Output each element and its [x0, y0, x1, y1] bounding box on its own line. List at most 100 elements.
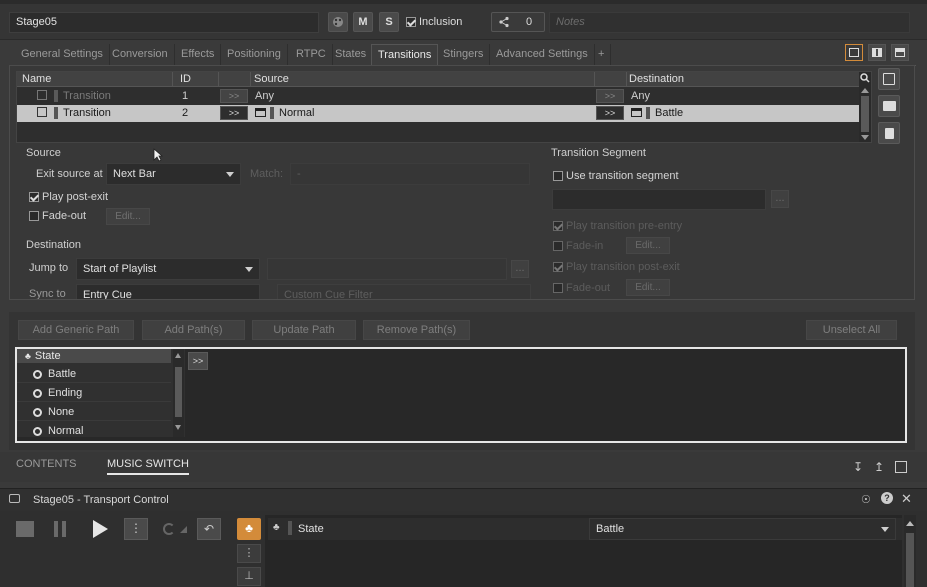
col-destination[interactable]: Destination: [629, 73, 684, 85]
sync-to-dropdown-partial[interactable]: Entry Cue: [76, 284, 260, 299]
scroll-thumb[interactable]: [906, 533, 914, 587]
state-icon: [33, 388, 42, 398]
list-item[interactable]: None: [17, 403, 171, 421]
list-item[interactable]: Normal: [17, 422, 171, 437]
scroll-down-arrow[interactable]: [175, 425, 181, 430]
pause-button[interactable]: [54, 521, 68, 537]
tab-contents[interactable]: CONTENTS: [16, 458, 77, 470]
switches-mode-button[interactable]: ⋮: [237, 544, 261, 563]
scroll-up-arrow[interactable]: [861, 88, 869, 93]
play-icon[interactable]: [93, 520, 108, 538]
col-id[interactable]: ID: [180, 73, 191, 85]
fade-in-edit-button: Edit...: [626, 237, 670, 254]
tab-rtpc[interactable]: RTPC: [290, 44, 333, 65]
loop-icon[interactable]: [163, 523, 175, 535]
mute-button[interactable]: M: [353, 12, 373, 32]
color-palette-button[interactable]: [328, 12, 348, 32]
tab-general-settings[interactable]: General Settings: [15, 44, 110, 65]
jump-to-dropdown[interactable]: Start of Playlist: [76, 258, 260, 280]
row-dest-go-button[interactable]: >>: [596, 89, 624, 103]
exit-source-label: Exit source at: [36, 168, 103, 180]
tab-advanced-settings[interactable]: Advanced Settings: [490, 44, 595, 65]
use-segment-checkbox[interactable]: [553, 171, 563, 181]
help-icon[interactable]: ?: [881, 492, 893, 504]
layout-columns-button[interactable]: [868, 44, 886, 61]
new-folder-button[interactable]: [878, 95, 900, 117]
row-name: Transition: [63, 90, 111, 102]
close-icon[interactable]: ✕: [901, 491, 912, 507]
jump-target-browse-button[interactable]: ...: [511, 260, 529, 278]
upload-icon[interactable]: ↥: [874, 461, 884, 473]
tab-stingers[interactable]: Stingers: [437, 44, 491, 65]
search-icon[interactable]: [860, 73, 870, 83]
tab-conversion[interactable]: Conversion: [106, 44, 175, 65]
solo-button[interactable]: S: [379, 12, 399, 32]
triggers-mode-button[interactable]: ⊥: [237, 567, 261, 586]
segment-browse-button[interactable]: ...: [771, 190, 789, 208]
inclusion-toggle[interactable]: Inclusion: [406, 12, 462, 32]
new-transition-button[interactable]: [878, 68, 900, 90]
trash-icon: [885, 128, 894, 139]
state-tree-scrollbar[interactable]: [173, 349, 184, 437]
transport-scrollbar[interactable]: [904, 515, 916, 587]
update-path-button[interactable]: Update Path: [252, 320, 356, 340]
add-generic-path-button[interactable]: Add Generic Path: [18, 320, 134, 340]
layout-single-button[interactable]: [845, 44, 863, 61]
tab-positioning[interactable]: Positioning: [221, 44, 288, 65]
table-row-selected[interactable]: Transition 2 >> Normal >> Battle: [17, 105, 859, 122]
row-source-go-button[interactable]: >>: [220, 106, 248, 120]
inclusion-checkbox[interactable]: [406, 17, 416, 27]
share-count: 0: [526, 16, 533, 28]
play-pre-entry-label: Play transition pre-entry: [566, 220, 683, 232]
external-link-icon[interactable]: [895, 461, 907, 473]
stop-button[interactable]: [16, 521, 34, 537]
jump-target-field: [267, 258, 507, 280]
fade-out-edit-button[interactable]: Edit...: [106, 208, 150, 225]
scroll-up-arrow[interactable]: [906, 521, 914, 526]
scroll-up-arrow[interactable]: [175, 353, 181, 358]
tab-add[interactable]: +: [592, 44, 612, 65]
unselect-all-button[interactable]: Unselect All: [806, 320, 897, 340]
play-post-exit-checkbox[interactable]: [29, 192, 39, 202]
match-label: Match:: [250, 168, 284, 180]
state-value-dropdown[interactable]: Battle: [589, 518, 896, 540]
list-item[interactable]: Ending: [17, 384, 171, 402]
reset-button[interactable]: ↶: [197, 518, 221, 540]
add-paths-button[interactable]: Add Path(s): [142, 320, 245, 340]
scroll-down-arrow[interactable]: [861, 135, 869, 140]
fade-out-checkbox[interactable]: [29, 211, 39, 221]
exit-source-dropdown[interactable]: Next Bar: [106, 163, 241, 185]
table-row[interactable]: Transition 1 >> Any >> Any: [17, 88, 859, 105]
col-source[interactable]: Source: [254, 73, 289, 85]
segment-icon: [255, 108, 266, 117]
states-mode-button[interactable]: ♣: [237, 518, 261, 540]
tab-states[interactable]: States: [329, 44, 374, 65]
use-segment-option[interactable]: Use transition segment: [553, 170, 679, 182]
notes-field[interactable]: Notes: [549, 12, 910, 33]
tab-effects[interactable]: Effects: [175, 44, 222, 65]
object-name-field[interactable]: Stage05: [9, 12, 319, 33]
tab-music-switch[interactable]: MUSIC SWITCH: [107, 458, 189, 475]
options-button[interactable]: ⋮: [124, 518, 148, 540]
row-dest-go-button[interactable]: >>: [596, 106, 624, 120]
remove-paths-button[interactable]: Remove Path(s): [363, 320, 470, 340]
custom-cue-filter-label: Custom Cue Filter: [277, 284, 531, 299]
use-segment-label: Use transition segment: [566, 170, 679, 182]
state-go-button[interactable]: >>: [188, 352, 208, 370]
pin-icon[interactable]: ☉: [861, 493, 871, 506]
fade-in-checkbox: [553, 241, 563, 251]
layout-rows-button[interactable]: [891, 44, 909, 61]
table-scrollbar[interactable]: [859, 72, 871, 142]
fade-out-option[interactable]: Fade-out: [29, 210, 86, 222]
scroll-thumb[interactable]: [175, 367, 182, 417]
share-button[interactable]: 0: [491, 12, 545, 32]
list-item[interactable]: Battle: [17, 365, 171, 383]
state-tree-header[interactable]: ♣ State: [17, 349, 171, 363]
row-source-go-button[interactable]: >>: [220, 89, 248, 103]
col-name[interactable]: Name: [22, 73, 51, 85]
tab-transitions[interactable]: Transitions: [371, 44, 439, 65]
scroll-thumb[interactable]: [861, 96, 869, 132]
play-post-exit-option[interactable]: Play post-exit: [29, 191, 108, 203]
download-icon[interactable]: ↧: [853, 461, 863, 473]
delete-button[interactable]: [878, 122, 900, 144]
